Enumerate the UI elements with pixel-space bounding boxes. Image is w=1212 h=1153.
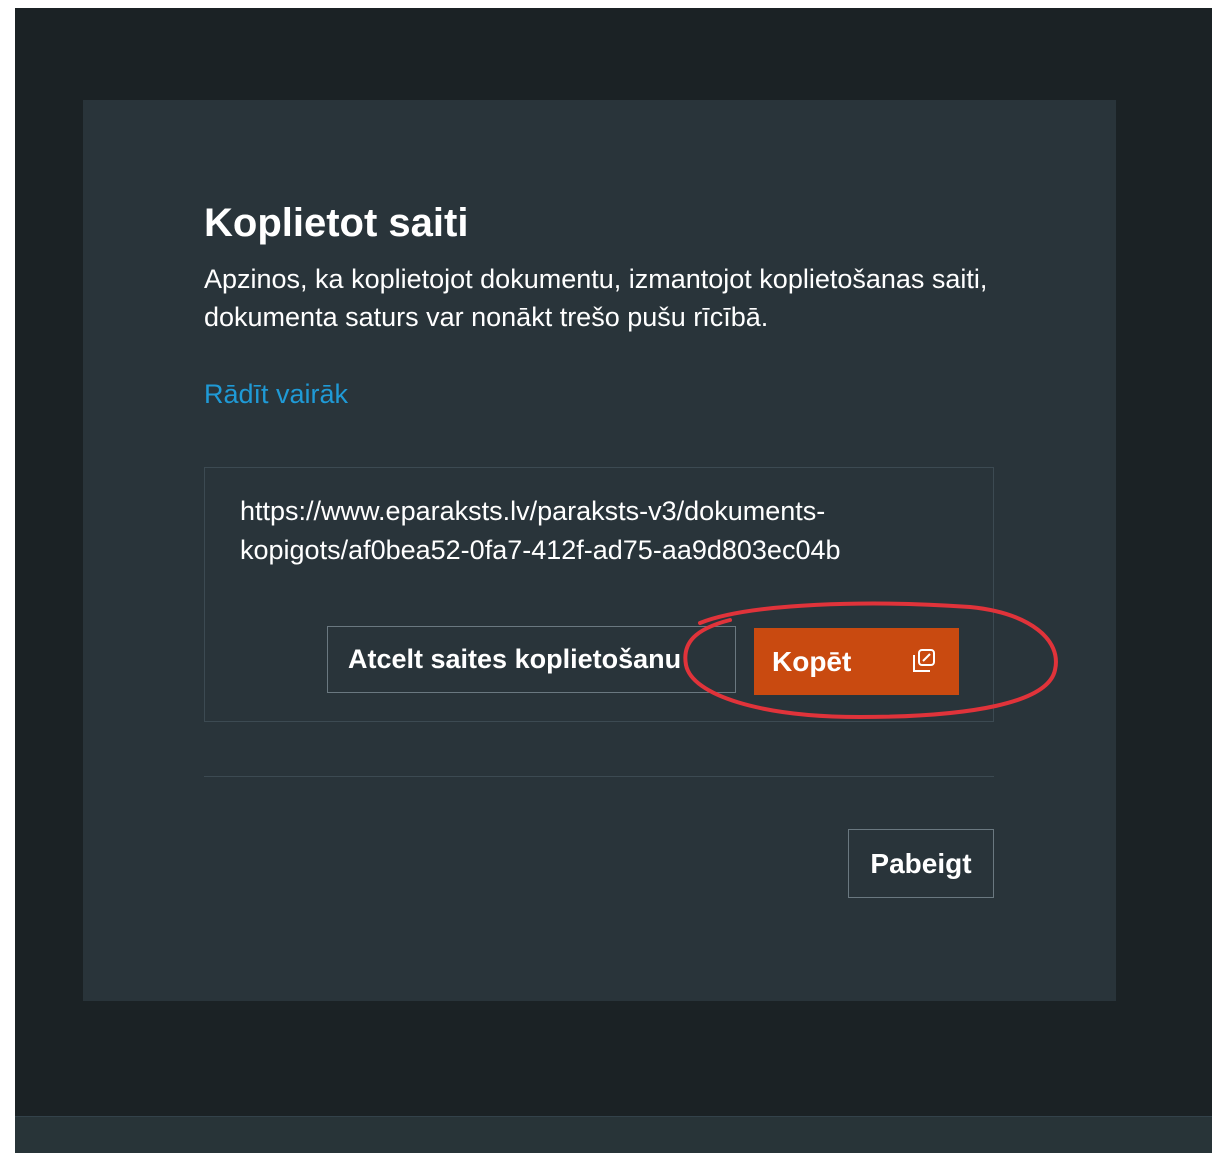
dialog-description: Apzinos, ka koplietojot dokumentu, izman… (204, 264, 988, 332)
finish-button[interactable]: Pabeigt (848, 829, 994, 898)
dialog-title: Koplietot saiti (204, 201, 469, 245)
cancel-sharing-button[interactable]: Atcelt saites koplietošanu (327, 626, 736, 693)
dialog-divider (204, 776, 994, 777)
copy-button-label: Kopēt (772, 645, 852, 677)
share-link-dialog: Koplietot saiti Apzinos, ka koplietojot … (83, 100, 1116, 1001)
share-link-box: https://www.eparaksts.lv/paraksts-v3/dok… (204, 467, 994, 722)
copy-link-icon (913, 649, 935, 672)
copy-link-button[interactable]: Kopēt (754, 628, 959, 695)
show-more-link[interactable]: Rādīt vairāk (204, 374, 348, 414)
bottom-bar (15, 1116, 1212, 1153)
share-url-text: https://www.eparaksts.lv/paraksts-v3/dok… (240, 496, 841, 565)
